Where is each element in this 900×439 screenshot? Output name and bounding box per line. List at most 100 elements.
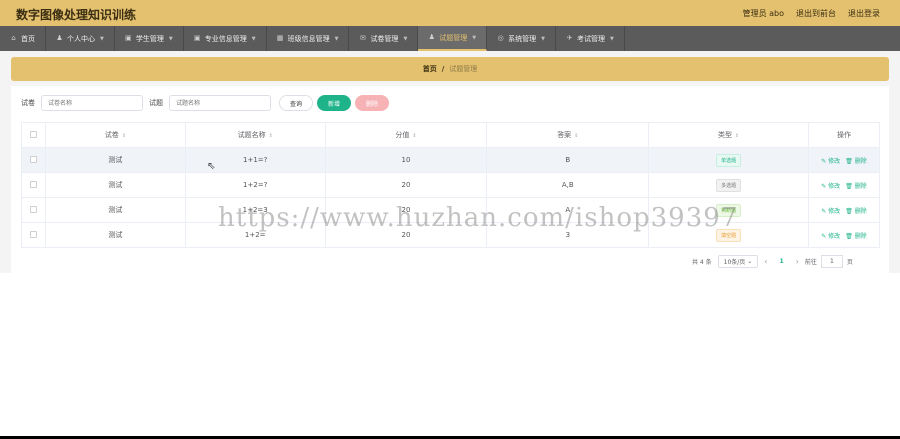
nav-item-classes[interactable]: ▦ 班级信息管理 ▼ — [267, 26, 350, 51]
add-button[interactable]: 新增 — [317, 95, 352, 111]
sort-icon[interactable]: ⇕ — [735, 133, 739, 139]
column-header-name[interactable]: 试题名称 ⇕ — [184, 122, 326, 148]
questions-table: 试卷 ⇕ 试题名称 ⇕ 分值 ⇕ 答案 ⇕ 类型 ⇕ 操作 测试 1+1=? 10 B 单… — [21, 122, 881, 248]
sort-icon[interactable]: ⇕ — [122, 133, 126, 139]
breadcrumb-home[interactable]: 首页 — [423, 64, 437, 74]
type-badge: 多选题 — [716, 178, 742, 192]
back-front-link[interactable]: 退出到前台 — [796, 8, 836, 19]
chevron-down-icon: ▼ — [403, 35, 408, 42]
cell-name: 1+2=3 — [184, 197, 326, 223]
select-all-checkbox[interactable] — [29, 130, 37, 138]
table-row[interactable]: 测试 1+2=3 20 A 判断题 ✎ 修改 🗑 删除 — [21, 197, 881, 223]
delete-link[interactable]: 🗑 删除 — [845, 233, 867, 240]
cell-answer: 3 — [486, 222, 650, 248]
sort-icon[interactable]: ⇕ — [412, 133, 416, 139]
nav-item-majors[interactable]: ▣ 专业信息管理 ▼ — [184, 26, 267, 51]
cell-name: 1+2= — [184, 222, 326, 248]
cell-paper: 测试 — [44, 172, 186, 198]
current-page[interactable]: 1 — [779, 258, 783, 265]
column-header-actions: 操作 — [807, 122, 881, 148]
row-checkbox[interactable] — [29, 155, 37, 163]
top-bar: 数字图像处理知识训练 管理员 abo 退出到前台 退出登录 — [0, 0, 900, 26]
user-icon: ♟ — [56, 34, 63, 42]
cell-answer: B — [486, 147, 650, 173]
page-size-select[interactable]: 10条/页 ⌄ — [717, 254, 759, 268]
row-checkbox[interactable] — [29, 205, 37, 213]
nav-item-system[interactable]: ◎ 系统管理 ▼ — [487, 26, 557, 51]
type-badge: 判断题 — [716, 203, 742, 217]
edit-link[interactable]: ✎ 修改 — [821, 233, 840, 240]
table-row[interactable]: 测试 1+2= 20 3 填空题 ✎ 修改 🗑 删除 — [21, 222, 881, 248]
main-nav: ⌂ 首页 ♟ 个人中心 ▼ ▣ 学生管理 ▼ ▣ 专业信息管理 ▼ ▦ 班级信息管理 ▼ ✉ 试卷管… — [0, 26, 900, 51]
edit-link[interactable]: ✎ 修改 — [821, 208, 840, 215]
next-page-button[interactable]: › — [796, 257, 799, 266]
page-unit-label: 页 — [846, 258, 853, 266]
delete-link[interactable]: 🗑 删除 — [845, 208, 867, 215]
select-all-cell[interactable] — [21, 122, 46, 148]
cell-paper: 测试 — [44, 222, 186, 248]
major-icon: ▣ — [193, 34, 201, 42]
sort-icon[interactable]: ⇕ — [574, 133, 578, 139]
edit-link[interactable]: ✎ 修改 — [821, 158, 840, 165]
chevron-down-icon: ⌄ — [747, 257, 753, 265]
delete-link[interactable]: 🗑 删除 — [845, 158, 867, 165]
table-row[interactable]: 测试 1+1=? 10 B 单选题 ✎ 修改 🗑 删除 — [21, 147, 881, 173]
user-name: 管理员 abo — [742, 9, 784, 18]
type-badge: 单选题 — [716, 153, 742, 167]
settings-icon: ◎ — [497, 34, 504, 42]
home-icon: ⌂ — [11, 34, 16, 42]
goto-page-input[interactable]: 1 — [820, 254, 843, 268]
breadcrumb: 首页 / 试题管理 — [11, 57, 889, 81]
chevron-down-icon: ▼ — [251, 35, 256, 42]
chevron-down-icon: ▼ — [100, 35, 104, 42]
total-count: 共 4 条 — [692, 258, 712, 266]
header-actions: 管理员 abo 退出到前台 退出登录 — [743, 8, 880, 19]
nav-item-students[interactable]: ▣ 学生管理 ▼ — [115, 26, 184, 51]
row-checkbox[interactable] — [29, 230, 37, 238]
app-title: 数字图像处理知识训练 — [16, 8, 137, 22]
chevron-down-icon: ▼ — [610, 35, 614, 42]
table-header-row: 试卷 ⇕ 试题名称 ⇕ 分值 ⇕ 答案 ⇕ 类型 ⇕ 操作 — [21, 122, 881, 148]
cell-score: 10 — [324, 147, 488, 173]
nav-item-profile[interactable]: ♟ 个人中心 ▼ — [46, 26, 115, 51]
plane-icon: ✈ — [566, 34, 573, 42]
nav-item-home[interactable]: ⌂ 首页 — [0, 26, 46, 51]
sort-icon[interactable]: ⇕ — [269, 133, 273, 139]
chevron-down-icon: ▼ — [472, 34, 477, 41]
query-button[interactable]: 查询 — [279, 95, 314, 111]
prev-page-button[interactable]: ‹ — [764, 257, 767, 266]
cell-name: 1+2=? — [184, 172, 326, 198]
delete-link[interactable]: 🗑 删除 — [845, 183, 867, 190]
cell-answer: A — [486, 197, 650, 223]
mouse-cursor-icon: ⇖ — [207, 161, 216, 172]
goto-label: 前往 — [804, 258, 817, 266]
nav-item-questions[interactable]: ♟ 试题管理 ▼ — [418, 26, 488, 51]
class-icon: ▦ — [276, 34, 284, 42]
question-label: 试题 — [149, 99, 163, 107]
cell-paper: 测试 — [44, 197, 186, 223]
table-row[interactable]: 测试 1+2=? 20 A,B 多选题 ✎ 修改 🗑 删除 — [21, 172, 881, 198]
question-search-input[interactable] — [169, 95, 271, 111]
chevron-down-icon: ▼ — [168, 35, 173, 42]
column-header-type[interactable]: 类型 ⇕ — [648, 122, 809, 148]
cell-paper: 测试 — [44, 147, 186, 173]
column-header-score[interactable]: 分值 ⇕ — [324, 122, 488, 148]
delete-button[interactable]: 删除 — [355, 95, 390, 111]
paper-search-input[interactable] — [41, 95, 143, 111]
breadcrumb-separator: / — [441, 65, 445, 73]
students-icon: ▣ — [125, 34, 132, 42]
nav-item-exams[interactable]: ✈ 考试管理 ▼ — [556, 26, 625, 51]
logout-link[interactable]: 退出登录 — [848, 8, 880, 19]
chevron-down-icon: ▼ — [541, 35, 546, 42]
nav-item-papers[interactable]: ✉ 试卷管理 ▼ — [349, 26, 419, 51]
user-icon: ♟ — [428, 33, 435, 41]
cell-score: 20 — [324, 197, 488, 223]
type-badge: 填空题 — [716, 228, 742, 242]
column-header-paper[interactable]: 试卷 ⇕ — [44, 122, 186, 148]
cell-answer: A,B — [486, 172, 650, 198]
column-header-answer[interactable]: 答案 ⇕ — [486, 122, 650, 148]
row-checkbox[interactable] — [29, 180, 37, 188]
edit-link[interactable]: ✎ 修改 — [821, 183, 840, 190]
chevron-down-icon: ▼ — [334, 35, 339, 42]
paper-label: 试卷 — [21, 99, 35, 107]
